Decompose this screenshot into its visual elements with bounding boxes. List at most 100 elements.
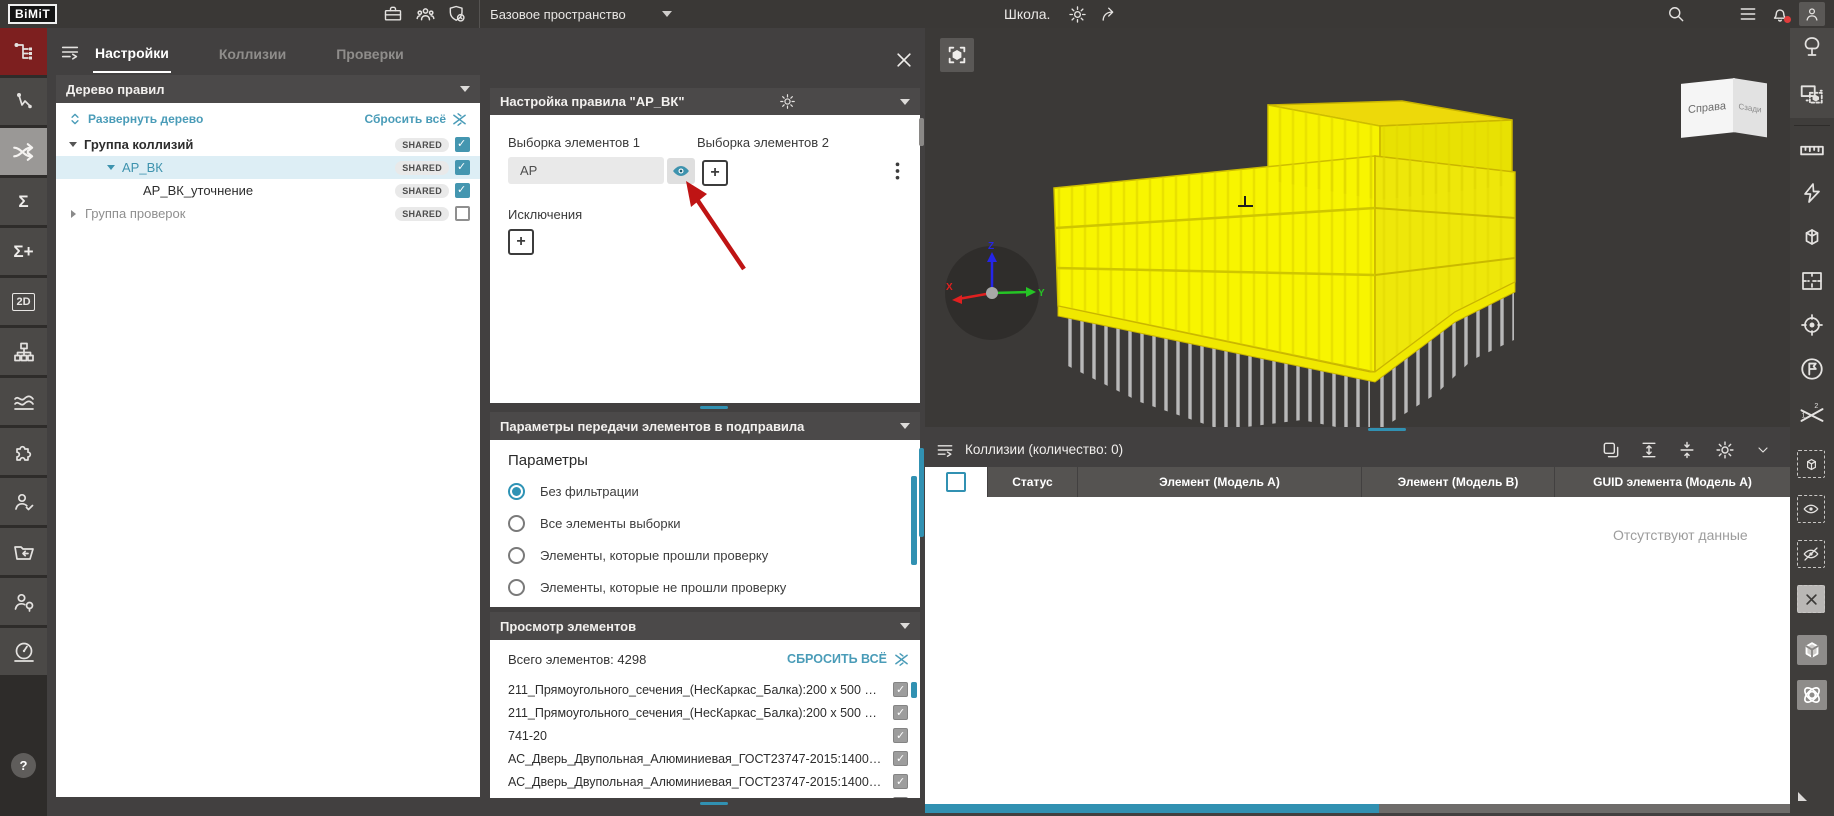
group-copy-icon[interactable] (1598, 438, 1624, 462)
hide-selection-eye-slash-icon[interactable] (1797, 540, 1825, 568)
collapse-rows-icon[interactable] (1674, 438, 1700, 462)
collisions-settings-gear-icon[interactable] (1712, 438, 1738, 462)
tab-collisions[interactable]: Коллизии (217, 32, 288, 72)
tree-item-check-group[interactable]: Группа проверок SHARED (56, 202, 480, 225)
chevron-down-icon[interactable] (1750, 438, 1776, 462)
expand-rows-icon[interactable] (1636, 438, 1662, 462)
tree-caret-icon[interactable] (107, 165, 115, 170)
tab-settings[interactable]: Настройки (93, 31, 171, 73)
tree-caret-icon[interactable] (71, 210, 76, 218)
sum-tool-icon[interactable]: Σ (0, 178, 47, 225)
visibility-eye-button[interactable] (667, 158, 695, 184)
horizontal-scrollbar[interactable] (925, 804, 1790, 813)
radio-option[interactable]: Элементы, которые не прошли проверку (508, 579, 920, 596)
column-header-guid-a[interactable]: GUID элемента (Модель А) (1555, 467, 1790, 497)
horizontal-scrollbar-thumb[interactable] (925, 804, 1379, 813)
sum-plus-tool-icon[interactable]: Σ+ (0, 228, 47, 275)
selection1-value-chip[interactable]: АР (508, 157, 664, 184)
tree-item-checkbox[interactable] (455, 160, 470, 175)
reset-tree-link[interactable]: Сбросить всё (365, 112, 447, 126)
clash-flash-icon[interactable] (1797, 178, 1827, 208)
viewport-select-button[interactable] (940, 38, 974, 72)
element-checkbox[interactable] (893, 774, 908, 789)
rule-tree-tool-icon[interactable] (0, 28, 47, 75)
show-selection-eye-icon[interactable] (1797, 495, 1825, 523)
collision-shuffle-tool-icon[interactable] (0, 128, 47, 175)
navcube-face-right[interactable]: Справа (1681, 78, 1735, 138)
element-list-item[interactable]: 211_Прямоугольного_сечения_(НесКаркас_Ба… (508, 701, 910, 724)
workspace-selector-label[interactable]: Базовое пространство (490, 7, 626, 22)
expand-tree-icon[interactable] (68, 112, 82, 126)
project-settings-gear-icon[interactable] (1064, 2, 1090, 26)
org-chart-tool-icon[interactable] (0, 328, 47, 375)
collapse-caret-icon[interactable] (900, 423, 910, 429)
clear-selection-icon[interactable] (1797, 585, 1825, 613)
help-button[interactable]: ? (11, 753, 36, 778)
element-list-item[interactable]: 741-20 (508, 724, 910, 747)
expand-tree-link[interactable]: Развернуть дерево (88, 112, 203, 126)
tree-item-collision-group[interactable]: Группа коллизий SHARED (56, 133, 480, 156)
element-checkbox[interactable] (893, 705, 908, 720)
elements-reset-link[interactable]: СБРОСИТЬ ВСЁ (787, 652, 887, 666)
select-all-checkbox[interactable] (946, 472, 966, 492)
rule-more-menu-icon[interactable] (888, 157, 906, 185)
user-check-tool-icon[interactable] (0, 478, 47, 525)
radio-icon[interactable] (508, 515, 525, 532)
element-checkbox[interactable] (893, 751, 908, 766)
element-list-item[interactable]: 211_Прямоугольного_сечения_(НесКаркас_Ба… (508, 678, 910, 701)
element-checkbox[interactable] (893, 728, 908, 743)
rule-gear-icon[interactable] (779, 93, 796, 110)
search-icon[interactable] (1663, 2, 1689, 26)
panel-resize-handle[interactable] (1368, 428, 1406, 431)
folder-transfer-tool-icon[interactable] (0, 528, 47, 575)
panel-scrollbar-thumb[interactable] (919, 118, 924, 146)
section-cube-icon[interactable] (1797, 222, 1827, 252)
panel-scrollbar-thumb[interactable] (919, 448, 924, 537)
floorplan-icon[interactable] (1797, 266, 1827, 296)
notifications-bell-icon[interactable] (1767, 2, 1793, 26)
navcube-face-back[interactable]: Сзади (1733, 78, 1767, 137)
navigation-cube[interactable]: Справа Сзади (1681, 75, 1777, 143)
radio-icon[interactable] (508, 579, 525, 596)
projects-icon[interactable] (380, 2, 406, 26)
element-checkbox[interactable] (893, 797, 908, 798)
locate-target-icon[interactable] (1797, 310, 1827, 340)
element-checkbox[interactable] (893, 682, 908, 697)
graphs-tool-icon[interactable] (0, 378, 47, 425)
compare-models-icon[interactable]: 21 (1797, 400, 1827, 430)
tree-item-ar-vk[interactable]: АР_ВК SHARED (56, 156, 480, 179)
shaded-view-cube-icon[interactable] (1797, 635, 1827, 665)
element-list-item[interactable]: АС_Дверь_Двупольная_Алюминиевая_ГОСТ2374… (508, 793, 910, 798)
tree-caret-icon[interactable] (69, 142, 77, 147)
selection-sets-icon[interactable] (1797, 80, 1827, 110)
doc-2d-tool-icon[interactable]: 2D (0, 278, 47, 325)
panel-resize-handle[interactable] (700, 802, 728, 805)
rule-tree-header[interactable]: Дерево правил (56, 75, 480, 103)
resize-corner-handle[interactable] (1798, 792, 1807, 801)
element-list-item[interactable]: АС_Дверь_Двупольная_Алюминиевая_ГОСТ2374… (508, 770, 910, 793)
orbit-mode-icon[interactable] (1797, 680, 1827, 710)
gauge-tool-icon[interactable] (0, 628, 47, 675)
elements-preview-header[interactable]: Просмотр элементов (490, 612, 920, 640)
team-icon[interactable] (412, 2, 438, 26)
isolate-selection-icon[interactable] (1797, 450, 1825, 478)
workspace-caret-icon[interactable] (662, 11, 672, 17)
radio-icon[interactable] (508, 483, 525, 500)
column-header-status[interactable]: Статус (988, 467, 1077, 497)
tree-item-checkbox[interactable] (455, 137, 470, 152)
select-node-tool-icon[interactable] (0, 78, 47, 125)
rule-settings-header[interactable]: Настройка правила "АР_ВК" (490, 88, 920, 115)
flag-marker-icon[interactable] (1797, 354, 1827, 384)
shield-status-icon[interactable] (444, 2, 470, 26)
collapse-caret-icon[interactable] (460, 86, 470, 92)
axis-gizmo[interactable]: X Y Z (938, 240, 1048, 350)
radio-option[interactable]: Все элементы выборки (508, 515, 920, 532)
column-header-element-a[interactable]: Элемент (Модель А) (1078, 467, 1361, 497)
viewport-3d[interactable]: Справа Сзади X Y Z (925, 28, 1790, 427)
clear-filter-icon[interactable] (451, 111, 468, 128)
scrollbar-thumb[interactable] (911, 476, 917, 565)
panel-menu-icon[interactable] (47, 41, 93, 63)
environment-tree-icon[interactable] (1797, 32, 1827, 62)
radio-icon[interactable] (508, 547, 525, 564)
clear-filter-icon[interactable] (893, 651, 910, 668)
